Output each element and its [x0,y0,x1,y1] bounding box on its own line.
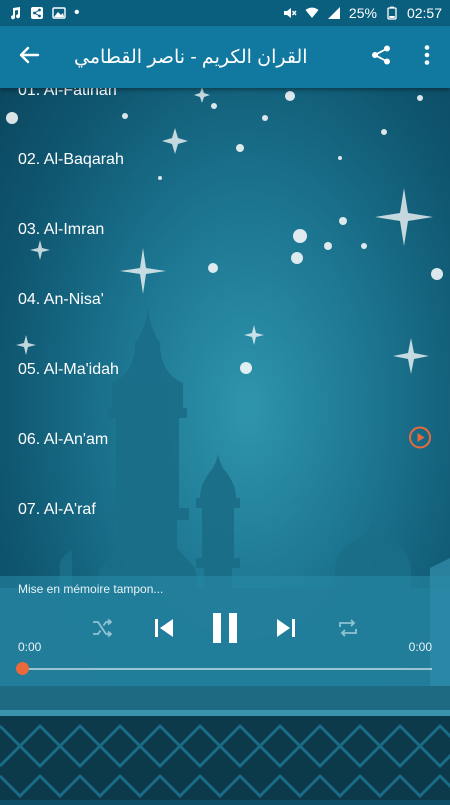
player-controls [0,610,450,650]
total-duration: 0:00 [408,640,432,654]
decorative-pattern-strip [0,686,450,800]
track-title: 02. Al-Baqarah [18,151,124,168]
more-notifications-dot-icon: • [74,4,80,21]
page-title: القران الكريم - ناصر القطامي [74,46,308,68]
elapsed-time: 0:00 [18,640,42,654]
overflow-menu-button[interactable] [404,26,450,88]
track-title: 06. Al-An'am [18,431,109,448]
seek-bar[interactable] [22,668,432,670]
share-notification-icon [30,6,44,20]
now-playing-icon[interactable] [408,426,432,455]
list-item[interactable]: 02. Al-Baqarah [0,125,450,195]
mute-icon [283,6,297,20]
previous-button[interactable] [150,610,178,650]
pause-button[interactable] [207,610,243,650]
back-button[interactable] [0,26,58,88]
seek-thumb[interactable] [16,662,29,675]
list-item[interactable]: 01. Al-Fatihah [0,88,450,126]
track-list: 01. Al-Fatihah 02. Al-Baqarah 03. Al-Imr… [0,88,450,578]
music-note-icon [8,6,22,20]
track-title: 04. An-Nisa' [18,291,104,308]
share-button[interactable] [358,26,404,88]
app-bar: القران الكريم - ناصر القطامي [0,26,450,88]
clock: 02:57 [406,5,442,21]
shuffle-icon [91,618,113,643]
pause-icon [211,612,239,649]
buffering-status: Mise en mémoire tampon... [18,582,164,596]
share-icon [370,44,392,71]
list-item[interactable]: 04. An-Nisa' [0,265,450,335]
skip-next-icon [275,617,297,644]
status-bar: • 25% 02:57 [0,0,450,26]
repeat-button[interactable] [334,610,362,650]
wifi-icon [305,6,319,20]
battery-icon [385,6,399,20]
more-vert-icon [424,44,430,71]
track-title: 03. Al-Imran [18,221,105,238]
arrow-back-icon [18,44,40,71]
battery-percent: 25% [348,5,377,21]
list-item-playing[interactable]: 06. Al-An'am [0,405,450,475]
media-player: Mise en mémoire tampon... 0:00 0:00 [0,576,450,686]
image-notification-icon [52,6,66,20]
track-title: 05. Al-Ma'idah [18,361,119,378]
status-left-icons: • [8,4,80,21]
shuffle-button[interactable] [88,610,116,650]
track-title: 01. Al-Fatihah [18,88,117,99]
list-item[interactable]: 05. Al-Ma'idah [0,335,450,405]
repeat-icon [337,618,359,643]
status-right-icons: 25% 02:57 [283,5,442,21]
skip-previous-icon [153,617,175,644]
list-item[interactable]: 03. Al-Imran [0,195,450,265]
list-item[interactable]: 07. Al-A'raf [0,475,450,545]
next-button[interactable] [272,610,300,650]
signal-icon [327,6,341,20]
track-title: 07. Al-A'raf [18,501,96,518]
